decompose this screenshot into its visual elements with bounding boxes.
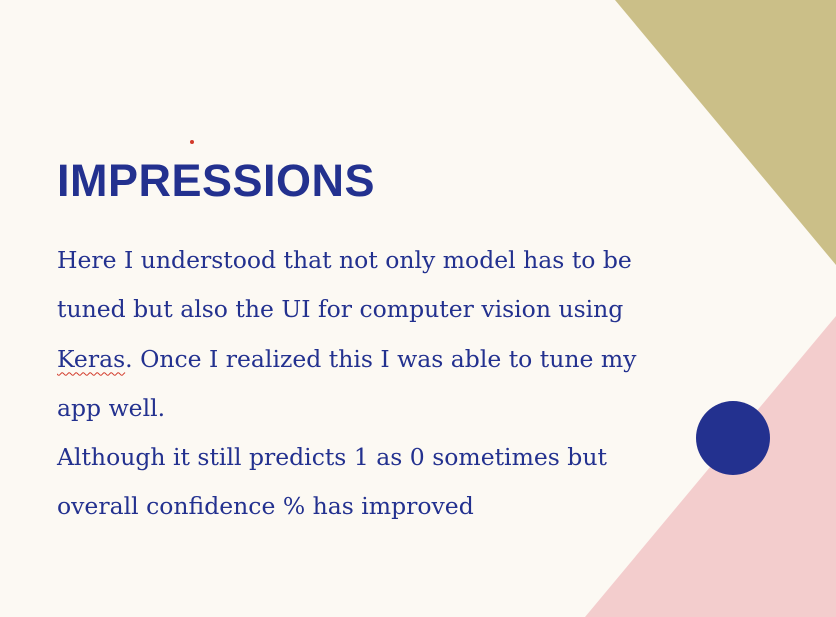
gold-triangle [615,0,836,265]
slide-body-textbox[interactable]: Here I understood that not only model ha… [57,236,677,532]
paragraph-1-text-after: . Once I realized this I was able to tun… [57,344,637,422]
body-paragraph-2: Although it still predicts 1 as 0 someti… [57,443,607,521]
spellcheck-flagged-word[interactable]: Keras [57,345,125,373]
paragraph-1-text-before: Here I understood that not only model ha… [57,246,632,324]
slide-title[interactable]: IMPRESSIONS [57,154,375,208]
body-paragraph-1: Here I understood that not only model ha… [57,236,677,433]
navy-circle [696,401,770,475]
red-dot-marker [190,140,194,144]
slide: IMPRESSIONS Here I understood that not o… [0,0,836,617]
